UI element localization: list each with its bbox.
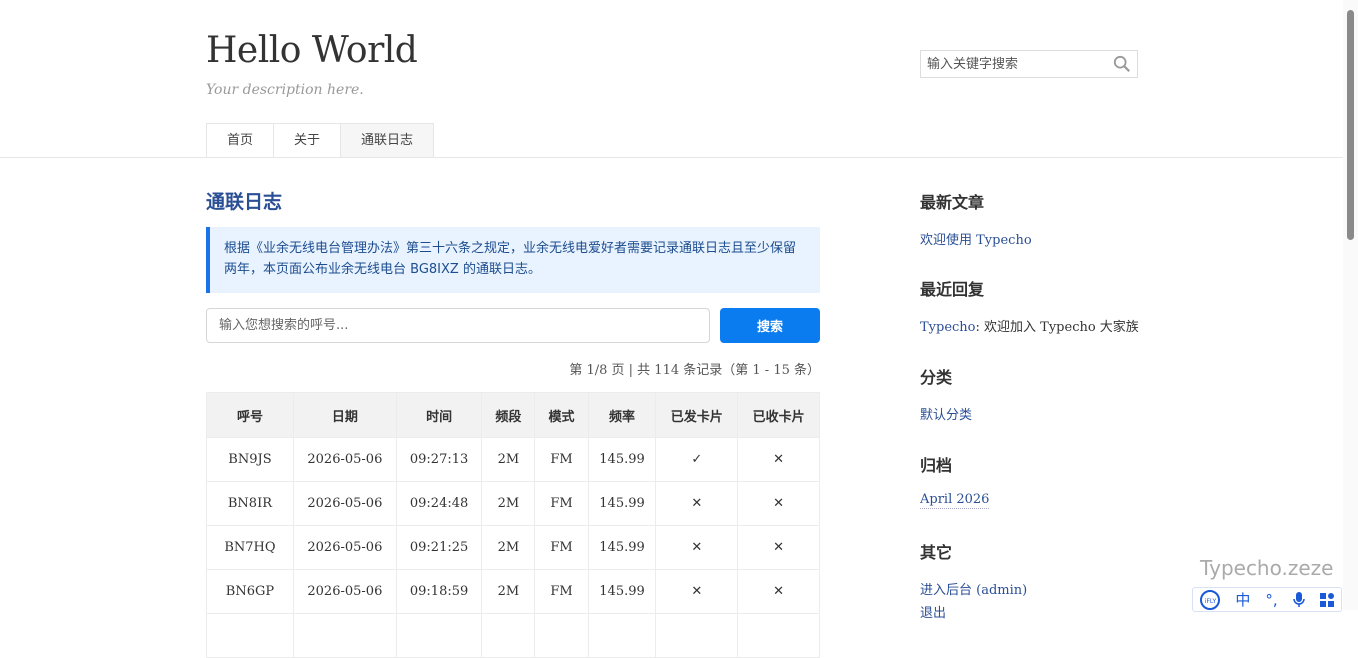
table-header-row: 呼号 日期 时间 频段 模式 频率 已发卡片 已收卡片 [206,392,820,438]
widget-other: 其它 进入后台 (admin) 退出 [920,539,1027,621]
cell-time: 09:24:48 [395,481,483,526]
widget-recent-comments: 最近回复 Typecho: 欢迎加入 Typecho 大家族 [920,276,1139,335]
table-row [206,613,820,658]
cell-time: 09:21:25 [395,525,483,570]
cell-time: 09:18:59 [395,569,483,614]
cell-qsl-rcvd: ✕ [737,569,820,614]
main-nav: 首页 关于 通联日志 [206,123,435,157]
callsign-search-input[interactable] [206,308,710,343]
table-row: BN9JS 2026-05-06 09:27:13 2M FM 145.99 ✓… [206,437,820,482]
site-search-input[interactable] [921,51,1113,77]
nav-logbook[interactable]: 通联日志 [340,123,435,157]
widget-title: 最新文章 [920,193,985,212]
comment-text[interactable]: : 欢迎加入 Typecho 大家族 [976,320,1139,335]
cell-date: 2026-05-06 [292,437,397,482]
callsign-search-button[interactable]: 搜索 [720,308,820,343]
pager-info: 第 1/8 页 | 共 114 条记录（第 1 - 15 条） [569,363,820,378]
archive-label: April 2026 [920,492,990,509]
widget-title: 分类 [920,368,953,387]
col-time: 时间 [395,392,483,438]
table-row: BN8IR 2026-05-06 09:24:48 2M FM 145.99 ✕… [206,481,820,526]
cell-mode: FM [534,525,589,570]
col-freq: 频率 [587,392,657,438]
cell-date: 2026-05-06 [292,569,397,614]
widget-archives: 归档 April 2026 [920,452,990,509]
cell-callsign: BN7HQ [206,525,294,570]
col-qsl-rcvd: 已收卡片 [737,392,820,438]
admin-link[interactable]: 进入后台 (admin) [920,579,1027,598]
nav-home[interactable]: 首页 [206,123,275,157]
cell-callsign: BN9JS [206,437,294,482]
cell-freq: 145.99 [587,569,657,614]
microphone-icon[interactable] [1292,591,1305,608]
cell-mode: FM [534,437,589,482]
widget-title: 归档 [920,456,953,475]
nav-about[interactable]: 关于 [273,123,342,157]
log-table: 呼号 日期 时间 频段 模式 频率 已发卡片 已收卡片 BN9JS 2026-0… [206,392,820,658]
cell-band: 2M [481,481,536,526]
table-row: BN7HQ 2026-05-06 09:21:25 2M FM 145.99 ✕… [206,525,820,570]
grid-menu-icon[interactable] [1319,592,1334,607]
archive-link[interactable]: April 2026 [920,492,990,509]
widget-title: 其它 [920,543,953,562]
widget-categories: 分类 默认分类 [920,364,972,423]
category-link[interactable]: 默认分类 [920,404,972,423]
ime-toolbar: iFLY 中 °, [1192,587,1342,612]
cell-date: 2026-05-06 [292,525,397,570]
cell-freq: 145.99 [587,481,657,526]
cell-callsign: BN6GP [206,569,294,614]
col-mode: 模式 [534,392,589,438]
ifly-logo-icon[interactable]: iFLY [1200,589,1221,610]
page-scrollbar[interactable] [1343,0,1358,610]
cell-qsl-sent: ✕ [655,569,739,614]
cell-band: 2M [481,437,536,482]
watermark: Typecho.zeze [1200,556,1334,580]
col-date: 日期 [292,392,397,438]
cell-band: 2M [481,525,536,570]
cell-band: 2M [481,569,536,614]
recent-post-link[interactable]: 欢迎使用 Typecho [920,229,1032,248]
cell-mode: FM [534,569,589,614]
col-callsign: 呼号 [206,392,294,438]
ime-language-toggle[interactable]: 中 [1235,589,1250,610]
col-band: 频段 [481,392,536,438]
col-qsl-sent: 已发卡片 [655,392,739,438]
cell-time: 09:27:13 [395,437,483,482]
cell-mode: FM [534,481,589,526]
site-search [920,50,1138,78]
cell-qsl-sent: ✕ [655,481,739,526]
cell-qsl-rcvd: ✕ [737,437,820,482]
cell-qsl-sent: ✕ [655,525,739,570]
table-row: BN6GP 2026-05-06 09:18:59 2M FM 145.99 ✕… [206,569,820,614]
widget-recent-posts: 最新文章 欢迎使用 Typecho [920,189,1032,248]
site-description: Your description here. [206,82,364,98]
widget-title: 最近回复 [920,280,985,299]
site-header: Hello World Your description here. 首页 关于… [0,0,1343,158]
cell-qsl-rcvd: ✕ [737,481,820,526]
cell-freq: 145.99 [587,437,657,482]
search-icon[interactable] [1113,55,1131,73]
notice-box: 根据《业余无线电台管理办法》第三十六条之规定，业余无线电爱好者需要记录通联日志且… [206,227,820,293]
logout-link[interactable]: 退出 [920,602,1027,621]
cell-qsl-rcvd: ✕ [737,525,820,570]
scroll-thumb[interactable] [1347,10,1354,240]
cell-date: 2026-05-06 [292,481,397,526]
site-title[interactable]: Hello World [206,30,418,71]
page-title: 通联日志 [206,191,283,213]
recent-comment: Typecho: 欢迎加入 Typecho 大家族 [920,316,1139,335]
cell-qsl-sent: ✓ [655,437,739,482]
punctuation-icon[interactable]: °, [1265,591,1277,609]
comment-author-link[interactable]: Typecho [920,320,976,335]
cell-callsign: BN8IR [206,481,294,526]
cell-freq: 145.99 [587,525,657,570]
